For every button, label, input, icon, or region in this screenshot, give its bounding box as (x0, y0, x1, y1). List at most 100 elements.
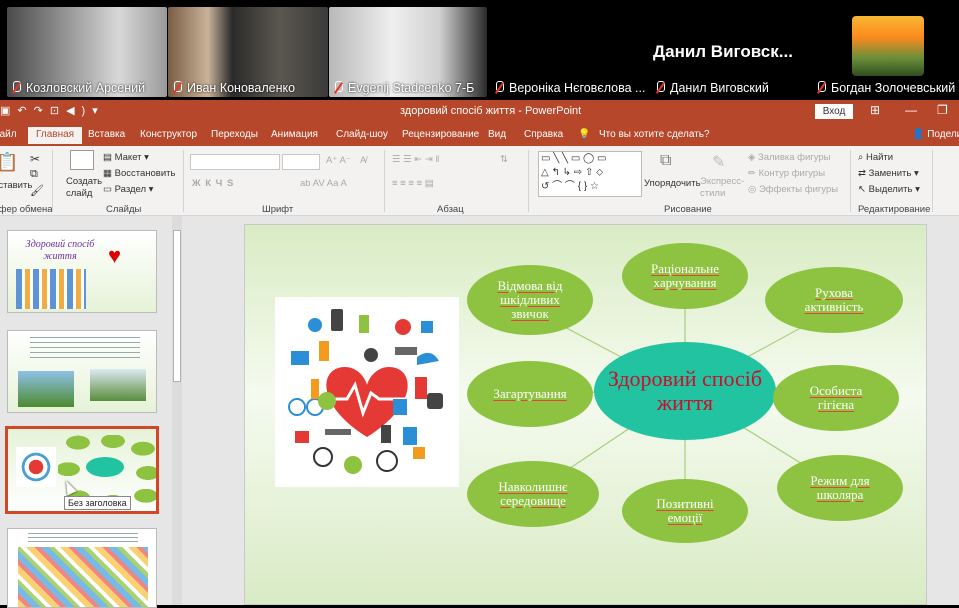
restore-icon[interactable]: ❐ (937, 103, 948, 117)
topic-oval-habits[interactable]: Відмова від шкідливих звичок (467, 265, 593, 335)
participant-avatar (852, 16, 924, 76)
font-size-dropdown[interactable] (282, 154, 320, 170)
replace-button[interactable]: ⇄ Заменить ▾ (858, 168, 919, 179)
clear-format-icon[interactable]: A̸ (360, 155, 366, 166)
save-icon[interactable]: ▣ (0, 105, 17, 117)
reset-button[interactable]: ▦ Восстановить (103, 168, 175, 179)
topic-oval-environment[interactable]: Навколишнє середовище (467, 461, 599, 527)
topic-oval-activity[interactable]: Рухова активність (765, 267, 903, 333)
shape-effects-button[interactable]: ◎ Эффекты фигуры (748, 184, 838, 195)
layout-button[interactable]: ▤ Макет ▾ (103, 152, 149, 163)
redo-icon[interactable]: ↷ (34, 105, 50, 117)
text-lines (30, 337, 140, 359)
participant-tile[interactable]: Данил Виговск... Данил Виговский (651, 7, 811, 97)
tab-home[interactable]: Главная (28, 127, 83, 144)
participant-name: Богдан Золочевський (831, 81, 956, 95)
layout-icon: ▤ (103, 152, 115, 163)
group-drawing-label: Рисование (664, 204, 712, 215)
quick-styles-icon[interactable]: ✎ (712, 152, 725, 172)
list-icons[interactable]: ☰ ☰ ⇤ ⇥ ‖ (392, 154, 439, 165)
tab-review[interactable]: Рецензирование (402, 129, 479, 140)
tell-me-search[interactable]: Что вы хотите сделать? (599, 129, 710, 140)
photo-icon (18, 371, 74, 407)
person-icon: 👤 (912, 129, 928, 140)
slideshow-icon[interactable]: ⊡ (50, 105, 66, 117)
ribbon-display-icon[interactable]: ⊞ (870, 103, 880, 117)
title-bar: ▣↶↷⊡◀)▾ здоровий спосіб життя - PowerPoi… (0, 100, 959, 124)
tab-view[interactable]: Вид (488, 129, 506, 140)
scrollbar-thumb[interactable] (173, 230, 181, 382)
mini-health-icon (16, 447, 56, 487)
topic-oval-nutrition[interactable]: Раціональне харчування (622, 243, 748, 309)
topic-oval-hygiene[interactable]: Особиста гігієна (773, 365, 899, 431)
tab-insert[interactable]: Вставка (88, 129, 125, 140)
text-direction-icon[interactable]: ⇅ (500, 154, 508, 165)
align-icons[interactable]: ≡ ≡ ≡ ≡ ▤ (392, 178, 434, 189)
quick-access-toolbar[interactable]: ▣↶↷⊡◀)▾ (0, 104, 105, 117)
thumbnail-scrollbar[interactable] (172, 216, 182, 605)
search-icon: ⌕ (858, 152, 866, 163)
current-slide[interactable]: Здоровий спосіб життя Відмова від шкідли… (244, 224, 927, 605)
thumbnail-title: Здоровий спосіб життя (25, 239, 95, 262)
minimize-icon[interactable]: — (905, 103, 917, 117)
sports-collage-icon (16, 269, 86, 309)
copy-icon[interactable]: ⧉ (30, 168, 38, 181)
speaker-icon[interactable]: ◀) (66, 105, 92, 117)
reset-icon: ▦ (103, 168, 115, 179)
new-slide-icon[interactable] (70, 150, 94, 170)
customize-icon[interactable]: ▾ (92, 105, 105, 117)
kids-collage-icon (18, 547, 148, 607)
font-color-icon[interactable]: ab AV Aa A (300, 178, 347, 189)
slide-thumbnail-2[interactable] (7, 330, 157, 413)
topic-oval-hardening[interactable]: Загартування (467, 361, 593, 427)
shapes-gallery[interactable]: ▭ ╲ ╲ ▭ ◯ ▭ △ ↰ ↳ ⇨ ⇧ ⬦ ↺ ⌒ ⌒ { } ☆ (538, 151, 642, 197)
format-painter-icon[interactable]: 🖌 (30, 184, 44, 197)
cut-icon[interactable]: ✂ (30, 152, 40, 166)
tab-help[interactable]: Справка (524, 129, 563, 140)
ribbon-home: 📋 Вставить ✂ ⧉ 🖌 Буфер обмена Создать сл… (0, 146, 959, 216)
document-title: здоровий спосіб життя - PowerPoint (400, 105, 582, 117)
tab-animation[interactable]: Анимация (271, 129, 318, 140)
participant-tile[interactable]: Иван Коноваленко (168, 7, 328, 97)
center-topic-oval[interactable]: Здоровий спосіб життя (594, 342, 776, 440)
login-button[interactable]: Вход (815, 104, 853, 119)
tab-slideshow[interactable]: Слайд-шоу (336, 129, 388, 140)
topic-oval-schedule[interactable]: Режим для школяра (777, 455, 903, 521)
find-button[interactable]: ⌕ Найти (858, 152, 893, 163)
tab-design[interactable]: Конструктор (140, 129, 197, 140)
font-grow-icon[interactable]: A⁺ A⁻ (326, 155, 351, 166)
mic-muted-icon (655, 81, 665, 95)
undo-icon[interactable]: ↶ (17, 105, 33, 117)
participant-name: Данил Виговский (670, 81, 769, 95)
participant-tile[interactable]: Богдан Золочевський (812, 7, 959, 97)
shape-fill-button[interactable]: ◈ Заливка фигуры (748, 152, 831, 163)
paste-icon[interactable]: 📋 (0, 152, 18, 173)
participant-tile[interactable]: Вероніка Нєговєлова ... (490, 7, 650, 97)
share-button[interactable]: 👤 Поделиться (912, 129, 959, 140)
mic-muted-icon (172, 81, 182, 95)
shape-outline-button[interactable]: ✏ Контур фигуры (748, 168, 825, 179)
tab-transitions[interactable]: Переходы (211, 129, 258, 140)
new-slide-button[interactable]: Создать слайд (66, 176, 106, 200)
paste-button[interactable]: Вставить (0, 180, 32, 191)
group-slides-label: Слайды (106, 204, 142, 215)
arrange-button[interactable]: Упорядочить (644, 178, 701, 189)
quick-styles-button[interactable]: Экспресс-стили (700, 176, 746, 200)
participant-tile[interactable]: Козловский Арсений (7, 7, 167, 97)
select-button[interactable]: ↖ Выделить ▾ (858, 184, 920, 195)
font-name-dropdown[interactable] (190, 154, 280, 170)
topic-oval-emotions[interactable]: Позитивні емоції (622, 479, 748, 543)
photo-icon (90, 369, 146, 401)
participant-tile[interactable]: Evgenij Stadcenko 7-Б (329, 7, 487, 97)
slide-thumbnail-1[interactable]: Здоровий спосіб життя ♥ (7, 230, 157, 313)
mic-muted-icon (11, 81, 21, 95)
font-style-buttons[interactable]: Ж К Ч S (192, 178, 234, 189)
video-participants-strip: Козловский Арсений Иван Коноваленко Evge… (0, 0, 959, 100)
participant-name: Козловский Арсений (26, 81, 146, 95)
ribbon-tabs: Файл Главная Вставка Конструктор Переход… (0, 124, 959, 146)
arrange-icon[interactable]: ⧉ (660, 152, 671, 170)
section-button[interactable]: ▭ Раздел ▾ (103, 184, 153, 195)
slide-thumbnail-4[interactable] (7, 528, 157, 608)
tab-file[interactable]: Файл (0, 129, 17, 140)
thumbnail-tooltip: Без заголовка (64, 496, 131, 510)
